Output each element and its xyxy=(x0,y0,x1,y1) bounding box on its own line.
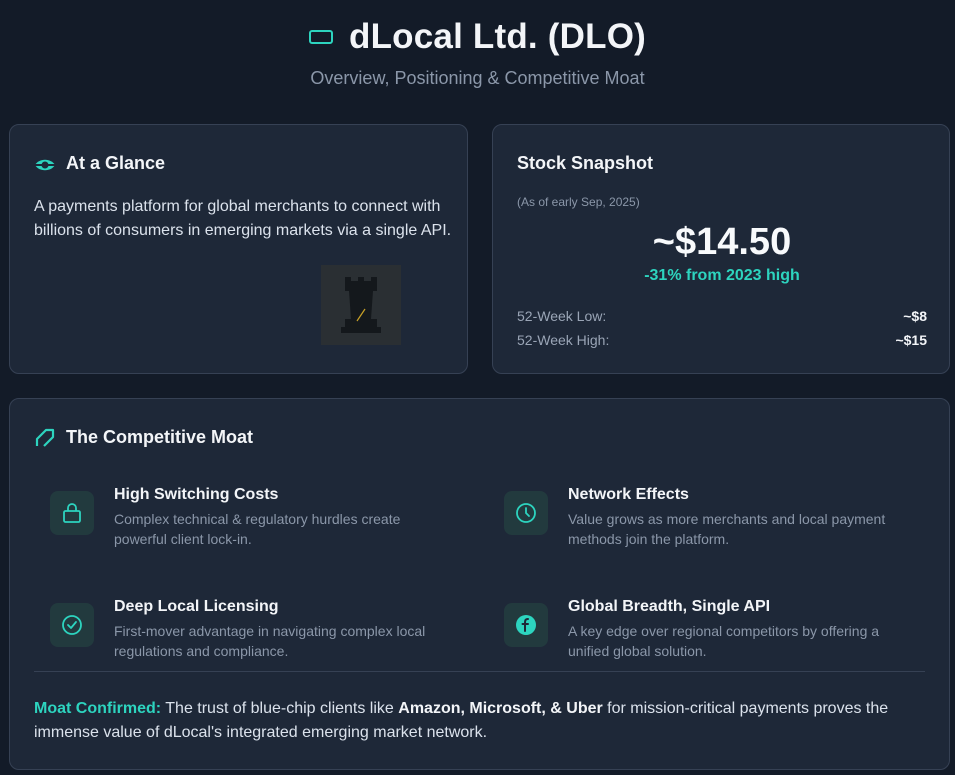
at-a-glance-header: At a Glance xyxy=(34,153,165,174)
moat-item-title: Network Effects xyxy=(568,486,689,503)
moat-item-title: Deep Local Licensing xyxy=(114,598,279,615)
clock-icon xyxy=(504,491,548,535)
week-low-label: 52-Week Low: xyxy=(517,308,607,324)
moat-item-global-breadth: Global Breadth, Single API A key edge ov… xyxy=(504,597,908,661)
at-a-glance-text: A payments platform for global merchants… xyxy=(34,198,452,239)
page-subtitle: Overview, Positioning & Competitive Moat xyxy=(310,68,645,88)
moat-confirmed-pre: The trust of blue-chip clients like xyxy=(161,700,399,717)
moat-confirmed-text: Moat Confirmed: The trust of blue-chip c… xyxy=(34,697,925,745)
week-high-label: 52-Week High: xyxy=(517,332,610,348)
at-a-glance-card: At a Glance A payments platform for glob… xyxy=(9,124,468,374)
week-high-row: 52-Week High: ~$15 xyxy=(517,332,927,348)
moat-item-local-licensing: Deep Local Licensing First-mover advanta… xyxy=(50,597,454,661)
tag-icon xyxy=(34,428,56,448)
globe-icon xyxy=(504,603,548,647)
card-icon xyxy=(309,30,333,44)
moat-item-desc: A key edge over regional competitors by … xyxy=(568,623,880,659)
eye-icon xyxy=(34,157,56,171)
week-low-row: 52-Week Low: ~$8 xyxy=(517,308,927,324)
moat-item-desc: Value grows as more merchants and local … xyxy=(568,511,886,547)
moat-confirmed-clients: Amazon, Microsoft, & Uber xyxy=(398,700,603,717)
at-a-glance-heading: At a Glance xyxy=(66,153,166,173)
moat-item-switching-costs: High Switching Costs Complex technical &… xyxy=(50,485,454,549)
week-high-value: ~$15 xyxy=(895,332,927,348)
week-low-value: ~$8 xyxy=(903,308,927,324)
moat-item-title: Global Breadth, Single API xyxy=(568,598,771,615)
stock-snapshot-heading: Stock Snapshot xyxy=(517,153,654,173)
moat-item-desc: Complex technical & regulatory hurdles c… xyxy=(114,511,401,547)
stock-price: ~$14.50 xyxy=(652,221,792,263)
stock-snapshot-card: Stock Snapshot (As of early Sep, 2025) ~… xyxy=(492,124,950,374)
rook-chess-image xyxy=(321,265,401,345)
lock-icon xyxy=(50,491,94,535)
page-header: dLocal Ltd. (DLO) Overview, Positioning … xyxy=(0,16,955,89)
stock-change: -31% from 2023 high xyxy=(644,267,800,284)
moat-confirmed-label: Moat Confirmed: xyxy=(34,700,162,717)
moat-heading: The Competitive Moat xyxy=(66,427,254,447)
check-circle-icon xyxy=(50,603,94,647)
moat-divider xyxy=(34,671,925,672)
page-title: dLocal Ltd. (DLO) xyxy=(349,17,646,56)
moat-item-desc: First-mover advantage in navigating comp… xyxy=(114,623,426,659)
moat-item-network-effects: Network Effects Value grows as more merc… xyxy=(504,485,908,549)
moat-header: The Competitive Moat xyxy=(34,427,253,448)
competitive-moat-card: The Competitive Moat High Switching Cost… xyxy=(9,398,950,770)
stock-date: (As of early Sep, 2025) xyxy=(517,195,640,209)
moat-item-title: High Switching Costs xyxy=(114,486,279,503)
title-row: dLocal Ltd. (DLO) xyxy=(0,16,955,58)
